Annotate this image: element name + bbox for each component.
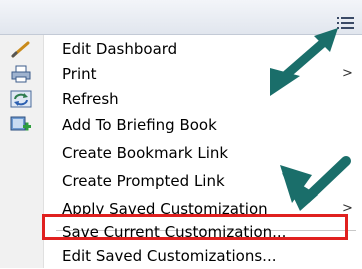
printer-icon xyxy=(11,65,31,83)
menu-item-label: Create Prompted Link xyxy=(62,172,225,190)
menu-item-label: Create Bookmark Link xyxy=(62,144,229,162)
menu-item-edit-saved-customizations[interactable]: Edit Saved Customizations... xyxy=(0,244,362,269)
menu-item-refresh[interactable]: Refresh xyxy=(0,87,362,112)
menu-lines-icon xyxy=(337,17,354,29)
menu-item-edit-dashboard[interactable]: Edit Dashboard xyxy=(0,37,362,62)
submenu-arrow: > xyxy=(342,201,353,216)
menu-item-label: Print xyxy=(62,65,97,83)
menu-item-create-bookmark-link[interactable]: Create Bookmark Link xyxy=(0,141,362,166)
add-briefing-book-icon xyxy=(10,116,31,131)
pencil-icon xyxy=(11,41,30,58)
menu-item-print[interactable]: Print > xyxy=(0,62,362,87)
menu-item-label: Edit Dashboard xyxy=(62,40,178,58)
submenu-arrow: > xyxy=(342,66,353,81)
menu-item-label: Edit Saved Customizations... xyxy=(62,247,277,265)
dashboard-toolbar xyxy=(0,0,362,35)
menu-item-label: Add To Briefing Book xyxy=(62,116,217,134)
page-options-button[interactable] xyxy=(334,13,358,33)
refresh-icon xyxy=(10,90,32,108)
menu-item-apply-saved-customization[interactable]: Apply Saved Customization > xyxy=(0,197,362,222)
page-options-menu: Edit Dashboard Print > Refresh Add To Br xyxy=(0,35,362,268)
menu-item-label: Save Current Customization... xyxy=(62,223,287,241)
menu-item-label: Apply Saved Customization xyxy=(62,200,268,218)
menu-item-create-prompted-link[interactable]: Create Prompted Link xyxy=(0,169,362,194)
menu-item-save-current-customization[interactable]: Save Current Customization... xyxy=(0,220,362,245)
menu-item-add-to-briefing-book[interactable]: Add To Briefing Book xyxy=(0,113,362,138)
menu-item-label: Refresh xyxy=(62,90,119,108)
